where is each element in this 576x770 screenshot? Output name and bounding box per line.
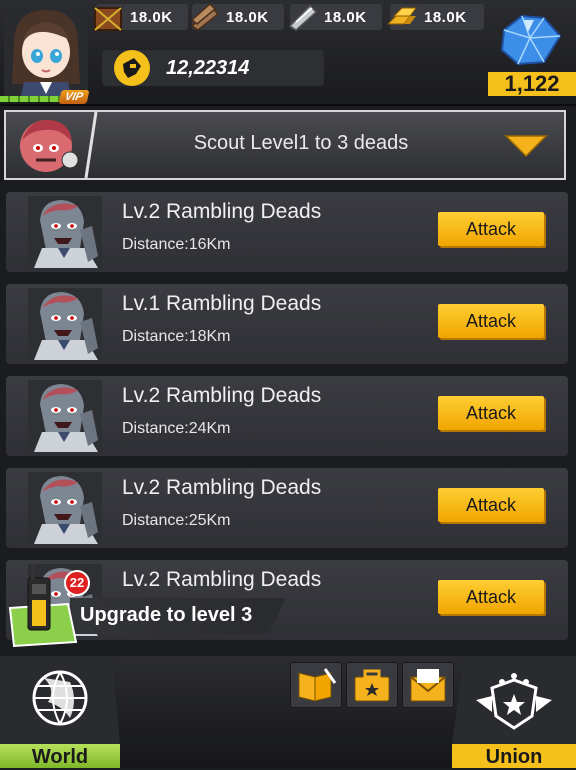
power-value: 12,22314 bbox=[166, 56, 250, 79]
target-distance: Distance:24Km bbox=[122, 420, 231, 437]
upgrade-label: Upgrade to level 3 bbox=[80, 604, 253, 626]
target-name: Lv.2 Rambling Deads bbox=[122, 200, 322, 223]
chevron-down-icon bbox=[504, 135, 548, 158]
power-fist-icon bbox=[114, 50, 150, 86]
vip-badge: VIP bbox=[58, 90, 90, 104]
resource-food[interactable]: 18.0K bbox=[94, 4, 188, 31]
union-emblem-icon[interactable] bbox=[452, 656, 576, 744]
attack-button[interactable]: Attack bbox=[438, 580, 544, 614]
combat-power[interactable]: 12,22314 bbox=[102, 50, 324, 86]
target-row: Lv.2 Rambling Deads Distance:25Km Attack bbox=[6, 468, 568, 548]
zombie-portrait-icon bbox=[28, 380, 102, 452]
resource-steel[interactable]: 18.0K bbox=[288, 4, 382, 31]
gem-count: 1,122 bbox=[488, 72, 576, 96]
attack-button[interactable]: Attack bbox=[438, 212, 544, 246]
scout-level-dropdown[interactable]: Scout Level1 to 3 deads bbox=[4, 110, 566, 180]
resource-steel-value: 18.0K bbox=[324, 8, 367, 26]
target-distance: Distance:25Km bbox=[122, 512, 231, 529]
attack-button[interactable]: Attack bbox=[438, 488, 544, 522]
target-row: Lv.2 Rambling Deads Distance:16Km Attack bbox=[6, 192, 568, 272]
zombie-portrait-icon bbox=[28, 288, 102, 360]
gold-icon bbox=[386, 7, 417, 25]
case-button[interactable] bbox=[346, 662, 398, 708]
attack-button[interactable]: Attack bbox=[438, 304, 544, 338]
resource-wood[interactable]: 18.0K bbox=[190, 2, 284, 31]
divider-slash bbox=[84, 112, 98, 178]
resource-food-value: 18.0K bbox=[130, 8, 173, 26]
target-row: Lv.1 Rambling Deads Distance:18Km Attack bbox=[6, 284, 568, 364]
target-name: Lv.2 Rambling Deads bbox=[122, 384, 322, 407]
task-count-badge: 22 bbox=[64, 570, 90, 596]
resource-gold[interactable]: 18.0K bbox=[386, 4, 484, 30]
steel-icon bbox=[288, 4, 318, 31]
zombie-portrait-icon bbox=[28, 196, 102, 268]
briefcase-star-icon bbox=[354, 669, 390, 702]
gem-icon[interactable] bbox=[494, 10, 570, 72]
world-button-label[interactable]: World bbox=[0, 744, 120, 768]
target-distance: Distance:16Km bbox=[122, 236, 231, 253]
resource-gold-value: 18.0K bbox=[424, 8, 467, 26]
upgrade-banner[interactable]: Upgrade to level 3 bbox=[70, 598, 286, 634]
food-crate-icon bbox=[94, 7, 122, 31]
resource-wood-value: 18.0K bbox=[226, 8, 269, 26]
scout-level-label: Scout Level1 to 3 deads bbox=[193, 132, 409, 154]
target-name: Lv.2 Rambling Deads bbox=[122, 476, 322, 499]
mail-icon bbox=[410, 669, 446, 702]
target-distance: Distance:18Km bbox=[122, 328, 231, 345]
wood-icon bbox=[190, 2, 220, 31]
target-name: Lv.1 Rambling Deads bbox=[122, 292, 322, 315]
book-button[interactable] bbox=[290, 662, 342, 708]
attack-button[interactable]: Attack bbox=[438, 396, 544, 430]
zombie-portrait-icon bbox=[28, 472, 102, 544]
book-icon bbox=[298, 668, 337, 702]
mail-button[interactable] bbox=[402, 662, 454, 708]
player-avatar[interactable] bbox=[4, 4, 88, 100]
target-name: Lv.2 Rambling Deads bbox=[122, 568, 322, 591]
top-bar: VIP 18.0K 18.0K 18.0K 18.0K 12,22314 1,1… bbox=[0, 0, 576, 106]
target-row: Lv.2 Rambling Deads Distance:24Km Attack bbox=[6, 376, 568, 456]
zombie-head-icon bbox=[20, 119, 79, 172]
union-button-label[interactable]: Union bbox=[452, 744, 576, 768]
